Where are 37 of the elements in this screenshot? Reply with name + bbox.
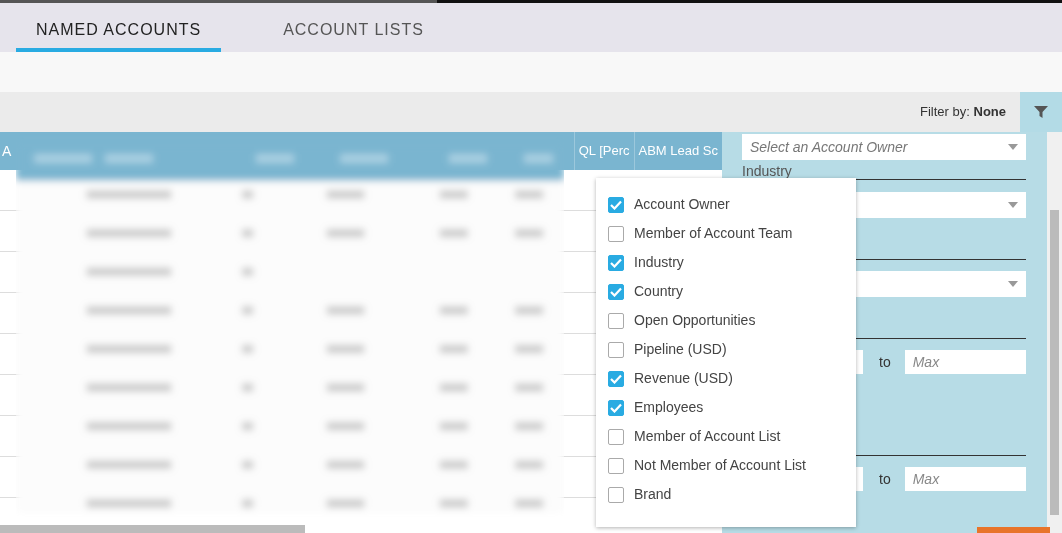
menu-item[interactable]: Employees xyxy=(608,393,856,422)
checkbox[interactable] xyxy=(608,428,624,445)
range-separator: to xyxy=(879,469,891,489)
checkbox[interactable] xyxy=(608,254,624,271)
checkbox[interactable] xyxy=(608,486,624,503)
checkbox[interactable] xyxy=(608,457,624,474)
input-field[interactable]: Max xyxy=(904,467,1026,491)
caret-icon xyxy=(1008,202,1018,208)
menu-item[interactable]: Member of Account Team xyxy=(608,219,856,248)
checkbox[interactable] xyxy=(608,370,624,387)
scrollbar[interactable] xyxy=(0,525,305,533)
menu-item[interactable]: Industry xyxy=(608,248,856,277)
menu-item[interactable]: Country xyxy=(608,277,856,306)
input-field[interactable]: Max xyxy=(904,350,1026,374)
menu-item[interactable]: Not Member of Account List xyxy=(608,451,856,480)
checkbox[interactable] xyxy=(608,399,624,416)
menu-item[interactable]: Brand xyxy=(608,480,856,509)
filter-icon xyxy=(1033,104,1049,120)
checkbox[interactable] xyxy=(608,196,624,213)
caret-icon xyxy=(1008,281,1018,287)
field-label: Industry xyxy=(742,164,793,179)
checkbox[interactable] xyxy=(608,341,624,358)
checkbox[interactable] xyxy=(608,312,624,329)
range-separator: to xyxy=(879,352,891,372)
menu-item[interactable]: Open Opportunities xyxy=(608,306,856,335)
menu-item[interactable]: Member of Account List xyxy=(608,422,856,451)
caret-icon xyxy=(1008,144,1018,150)
checkbox[interactable] xyxy=(608,225,624,242)
menu-item[interactable]: Account Owner xyxy=(608,190,856,219)
menu-item[interactable]: Pipeline (USD) xyxy=(608,335,856,364)
filter-button[interactable] xyxy=(1020,92,1062,132)
menu-item[interactable]: Revenue (USD) xyxy=(608,364,856,393)
scrollbar[interactable] xyxy=(1047,132,1062,533)
filter-status: Filter by: None xyxy=(920,103,1006,122)
checkbox[interactable] xyxy=(608,283,624,300)
select-field[interactable]: Select an Account Owner xyxy=(742,134,1026,160)
tab[interactable]: ACCOUNT LISTS xyxy=(263,3,444,52)
